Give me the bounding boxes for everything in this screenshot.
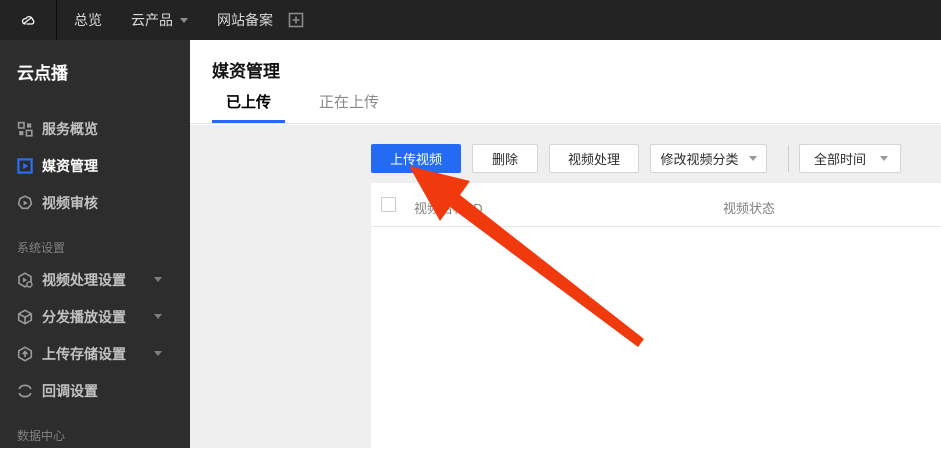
chevron-down-icon [180, 17, 188, 23]
sidebar-item-upload-storage-settings[interactable]: 上传存储设置 [0, 335, 190, 372]
tab-uploading[interactable]: 正在上传 [305, 91, 393, 123]
media-table-panel: 视频名称/ID 视频状态 [371, 183, 941, 448]
topbar-item-label: 云产品 [131, 12, 173, 28]
tab-bar: 已上传 正在上传 [212, 91, 413, 123]
select-all-checkbox[interactable] [381, 197, 396, 212]
sidebar-item-label: 服务概览 [42, 120, 98, 137]
time-filter-select[interactable]: 全部时间 [799, 144, 901, 173]
upload-video-button[interactable]: 上传视频 [371, 144, 461, 173]
page-title: 媒资管理 [212, 62, 280, 81]
sidebar-item-media-management[interactable]: 媒资管理 [0, 147, 190, 184]
grid-icon [17, 121, 33, 137]
upload-storage-icon [17, 345, 33, 362]
video-process-button[interactable]: 视频处理 [549, 144, 639, 173]
topbar: 总览 云产品 网站备案 [0, 0, 941, 40]
chevron-down-icon [154, 314, 162, 319]
sidebar-item-distribution-play-settings[interactable]: 分发播放设置 [0, 298, 190, 335]
tencent-cloud-logo[interactable] [0, 0, 57, 40]
tab-uploaded[interactable]: 已上传 [212, 91, 286, 123]
time-filter-value: 全部时间 [814, 152, 867, 167]
topbar-item-label: 网站备案 [217, 12, 273, 28]
modify-category-dropdown-button[interactable]: 修改视频分类 [650, 144, 767, 173]
sidebar-item-video-process-settings[interactable]: 视频处理设置 [0, 261, 190, 298]
chevron-down-icon [748, 156, 757, 161]
sidebar-item-label: 媒资管理 [42, 157, 98, 174]
modify-category-label: 修改视频分类 [660, 152, 739, 167]
delete-button[interactable]: 删除 [472, 144, 538, 173]
sidebar-item-service-overview[interactable]: 服务概览 [0, 110, 190, 147]
column-header-video-name: 视频名称/ID [414, 201, 483, 216]
media-process-icon [18, 271, 33, 288]
add-shortcut-button[interactable] [288, 12, 304, 28]
toolbar: 上传视频 删除 视频处理 修改视频分类 全部时间 [371, 144, 912, 173]
main-header: 媒资管理 已上传 正在上传 [190, 40, 941, 124]
sidebar-item-callback-settings[interactable]: 回调设置 [0, 372, 190, 409]
sidebar-item-label: 回调设置 [42, 382, 98, 399]
callback-icon [18, 384, 32, 397]
column-header-video-status: 视频状态 [723, 201, 776, 216]
toolbar-divider [788, 145, 789, 172]
shield-play-icon [17, 194, 33, 209]
play-square-icon [17, 157, 33, 174]
sidebar-item-video-review[interactable]: 视频审核 [0, 184, 190, 221]
topbar-item-cloud-products[interactable]: 云产品 [131, 10, 188, 30]
topbar-item-overview[interactable]: 总览 [74, 10, 102, 30]
sidebar-section-data-center: 数据中心 [17, 429, 66, 443]
chevron-down-icon [154, 277, 162, 282]
plus-square-icon [288, 12, 304, 28]
cube-icon [17, 308, 33, 325]
sidebar-item-label: 上传存储设置 [42, 345, 126, 362]
topbar-item-icp-filing[interactable]: 网站备案 [217, 10, 273, 30]
sidebar-item-label: 分发播放设置 [42, 308, 126, 325]
table-header-row: 视频名称/ID 视频状态 [371, 183, 941, 227]
sidebar-item-label: 视频审核 [42, 194, 98, 211]
topbar-item-label: 总览 [74, 12, 102, 28]
sidebar-menu: 服务概览 媒资管理 视频审核 系统设置 视频处理设置 分发播放设置 上传存储设置… [0, 110, 190, 449]
product-title: 云点播 [17, 64, 68, 83]
sidebar-item-label: 视频处理设置 [42, 271, 126, 288]
chevron-down-icon [154, 351, 162, 356]
chevron-down-icon [880, 156, 888, 161]
sidebar-section-system-settings: 系统设置 [17, 241, 66, 255]
cloud-logo-icon [21, 16, 35, 25]
sidebar: 云点播 服务概览 媒资管理 视频审核 系统设置 视频处理设置 分发播放设置 上传… [0, 40, 190, 448]
topbar-menu: 总览 云产品 网站备案 [74, 10, 304, 30]
